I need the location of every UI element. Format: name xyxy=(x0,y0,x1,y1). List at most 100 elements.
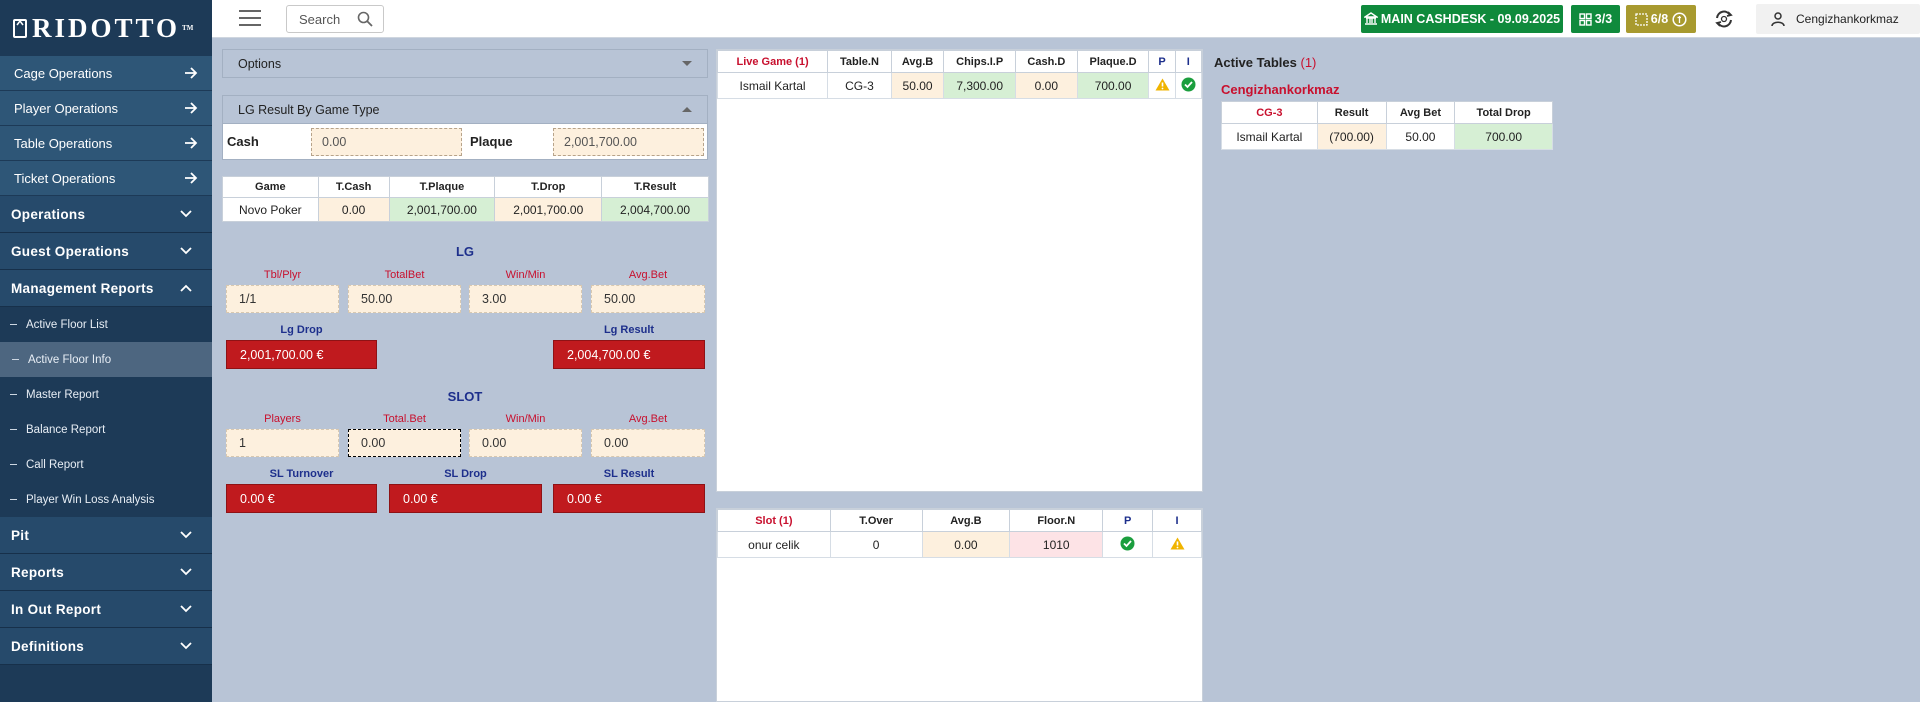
slot-win-min-field[interactable]: 0.00 xyxy=(469,429,582,457)
menu-item-active-floor-list[interactable]: Active Floor List xyxy=(0,307,212,342)
refresh-button[interactable] xyxy=(1704,5,1744,33)
cell-p[interactable] xyxy=(1102,531,1154,558)
col-header: P xyxy=(1102,509,1154,532)
cash-field[interactable]: 0.00 xyxy=(311,128,462,156)
cash-label: Cash xyxy=(227,134,259,149)
options-label: Options xyxy=(238,56,282,71)
caret-up-icon xyxy=(682,107,692,112)
active-tables-user[interactable]: Cengizhankorkmaz xyxy=(1221,82,1339,97)
menu-item-master-report[interactable]: Master Report xyxy=(0,377,212,412)
cell-avg-bet: 50.00 xyxy=(890,72,945,99)
cell-p[interactable] xyxy=(1148,72,1176,99)
check-circle-icon xyxy=(1120,536,1135,550)
cashdesk-button[interactable]: MAIN CASHDESK - 09.09.2025 xyxy=(1361,5,1563,33)
tables-badge-count: 3/3 xyxy=(1594,12,1613,26)
menu-item-player-win-loss-analysis[interactable]: Player Win Loss Analysis xyxy=(0,482,212,517)
plaque-field[interactable]: 2,001,700.00 xyxy=(553,128,704,156)
col-header: I xyxy=(1152,509,1202,532)
menu-item-call-report[interactable]: Call Report xyxy=(0,447,212,482)
menu-group-pit[interactable]: Pit xyxy=(0,517,212,554)
cell-tplaque: 2,001,700.00 xyxy=(388,197,496,222)
menu-cage-operations[interactable]: Cage Operations xyxy=(0,56,212,91)
brand-logo[interactable]: RIDOTTO TM xyxy=(0,0,212,56)
menu-item-active-floor-info[interactable]: Active Floor Info xyxy=(0,342,212,377)
cell-player: onur celik xyxy=(717,531,831,558)
chevron-down-icon xyxy=(180,568,192,576)
search-input[interactable]: Search xyxy=(286,5,384,33)
menu-item-label: Master Report xyxy=(26,388,99,401)
lg-tbl-plyr-field[interactable]: 1/1 xyxy=(226,285,339,313)
menu-player-operations[interactable]: Player Operations xyxy=(0,91,212,126)
lg-label-avg-bet: Avg.Bet xyxy=(628,269,668,281)
col-header: Result xyxy=(1316,101,1387,124)
col-header: Cash.D xyxy=(1015,50,1078,73)
lg-label-tbl-plyr: Tbl/Plyr xyxy=(263,269,302,281)
sl-drop-field[interactable]: 0.00 € xyxy=(389,484,542,513)
chevron-up-icon xyxy=(180,284,192,292)
cell-avg-bet: 0.00 xyxy=(921,531,1011,558)
cell-i[interactable] xyxy=(1174,72,1203,99)
slot-title: SLOT xyxy=(447,389,483,404)
col-header: T.Over xyxy=(829,509,923,532)
menu-group-label: Guest Operations xyxy=(11,243,130,259)
lg-result-field[interactable]: 2,004,700.00 € xyxy=(553,340,705,369)
menu-group-reports[interactable]: Reports xyxy=(0,554,212,591)
col-header: Live Game (1) xyxy=(716,50,829,73)
slot-players-field[interactable]: 1 xyxy=(226,429,339,457)
dash-icon xyxy=(10,429,17,430)
sl-result-label: SL Result xyxy=(603,468,655,480)
cell-plaque-d: 700.00 xyxy=(1076,72,1150,99)
menu-group-operations[interactable]: Operations xyxy=(0,196,212,233)
lg-result-label: LG Result By Game Type xyxy=(238,102,380,117)
menu-group-guest-operations[interactable]: Guest Operations xyxy=(0,233,212,270)
lg-result-panel-header[interactable]: LG Result By Game Type xyxy=(222,95,708,124)
brand-tm: TM xyxy=(182,24,194,32)
menu-table-operations[interactable]: Table Operations xyxy=(0,126,212,161)
sl-drop-label: SL Drop xyxy=(444,468,487,480)
menu-group-management-reports[interactable]: Management Reports xyxy=(0,270,212,307)
slot-avg-bet-field[interactable]: 0.00 xyxy=(591,429,705,457)
sl-turnover-field[interactable]: 0.00 € xyxy=(226,484,377,513)
menu-group-in-out-report[interactable]: In Out Report xyxy=(0,591,212,628)
dash-icon xyxy=(10,324,17,325)
menu-group-definitions[interactable]: Definitions xyxy=(0,628,212,665)
col-header: Avg.B xyxy=(890,50,945,73)
lg-avg-bet-field[interactable]: 50.00 xyxy=(591,285,705,313)
check-circle-icon xyxy=(1181,77,1196,91)
cell-total-drop: 700.00 xyxy=(1454,123,1553,150)
menu-ticket-operations[interactable]: Ticket Operations xyxy=(0,161,212,196)
slot-machine-icon xyxy=(1635,12,1648,26)
col-header: Game xyxy=(222,176,319,198)
lg-win-min-field[interactable]: 3.00 xyxy=(469,285,582,313)
lg-totalbet-field[interactable]: 50.00 xyxy=(348,285,461,313)
table-row[interactable]: Ismail Kartal (700.00) 50.00 700.00 xyxy=(1221,123,1553,150)
col-header: Avg Bet xyxy=(1385,101,1456,124)
menu-group-label: Operations xyxy=(11,206,86,222)
dash-icon xyxy=(12,359,19,360)
sl-turnover-label: SL Turnover xyxy=(269,468,334,480)
sl-result-field[interactable]: 0.00 € xyxy=(553,484,705,513)
menu-item-balance-report[interactable]: Balance Report xyxy=(0,412,212,447)
lg-result-value-label: Lg Result xyxy=(603,324,655,336)
table-row[interactable]: onur celik 0 0.00 1010 xyxy=(717,531,1202,558)
slot-table: Slot (1) T.Over Avg.B Floor.N P I onur c… xyxy=(717,509,1202,558)
table-row[interactable]: Ismail Kartal CG-3 50.00 7,300.00 0.00 7… xyxy=(716,72,1203,99)
slot-label-totalbet: Total.Bet xyxy=(383,413,426,425)
menu-label: Table Operations xyxy=(14,135,113,151)
slots-badge[interactable]: 6/8 xyxy=(1626,5,1696,33)
user-menu[interactable]: Cengizhankorkmaz xyxy=(1756,4,1920,34)
menu-icon[interactable] xyxy=(239,10,261,26)
search-icon xyxy=(357,11,373,27)
menu-group-label: Pit xyxy=(11,527,30,543)
cashdesk-icon xyxy=(1363,12,1378,25)
lg-drop-field[interactable]: 2,001,700.00 € xyxy=(226,340,377,369)
options-panel-header[interactable]: Options xyxy=(222,49,708,78)
cell-i[interactable] xyxy=(1152,531,1202,558)
col-header: CG-3 xyxy=(1221,101,1318,124)
menu-label: Cage Operations xyxy=(14,65,113,81)
tables-badge[interactable]: 3/3 xyxy=(1571,5,1620,33)
slot-totalbet-field[interactable]: 0.00 xyxy=(348,429,461,457)
table-row[interactable]: Novo Poker 0.00 2,001,700.00 2,001,700.0… xyxy=(222,197,709,222)
cash-plaque-row: Cash 0.00 Plaque 2,001,700.00 xyxy=(222,124,708,160)
menu-item-label: Call Report xyxy=(26,458,84,471)
